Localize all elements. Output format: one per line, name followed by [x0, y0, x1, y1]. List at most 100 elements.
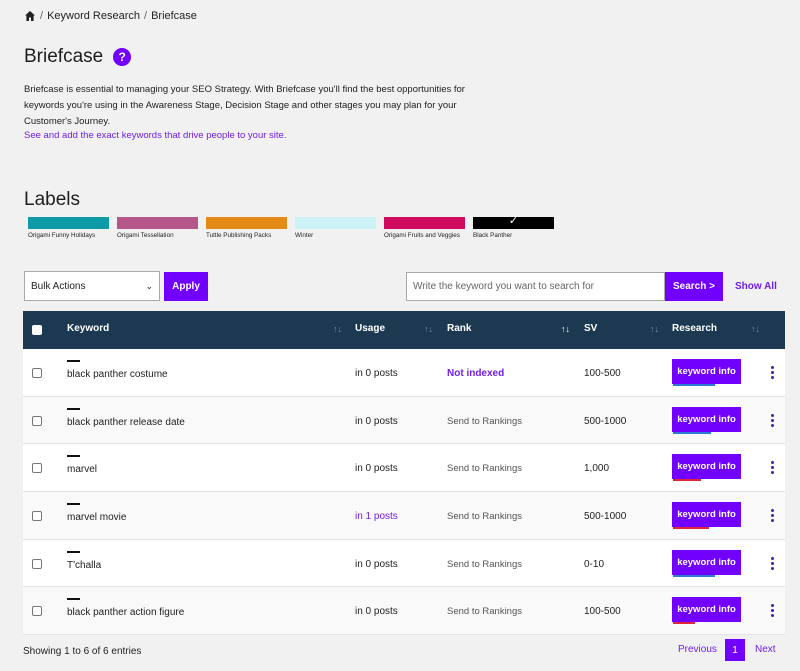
search-button[interactable]: Search > [665, 272, 723, 301]
table-row: marvel in 0 posts Send to Rankings 1,000 key… [23, 444, 785, 493]
table-row: black panther release date in 0 posts Send… [23, 396, 785, 445]
label-item[interactable]: Origami Funny Holidays [28, 217, 109, 240]
keyword-cell: marvel movie [67, 512, 127, 524]
label-item[interactable]: ✓ Black Panther [473, 215, 554, 240]
sv-cell: 100-500 [584, 606, 621, 618]
header-sv[interactable]: SV [584, 323, 597, 334]
more-options-icon[interactable] [771, 460, 774, 475]
row-checkbox[interactable] [32, 368, 42, 378]
page-number-button[interactable]: 1 [725, 639, 745, 661]
next-page-button[interactable]: Next [755, 644, 776, 655]
keyword-search-input[interactable] [406, 272, 665, 301]
usage-cell: in 0 posts [355, 606, 398, 618]
usage-cell[interactable]: in 1 posts [355, 511, 398, 522]
usage-cell: in 0 posts [355, 463, 398, 475]
more-options-icon[interactable] [771, 556, 774, 571]
breadcrumb: / Keyword Research / Briefcase [24, 10, 197, 22]
research-score-bar [673, 479, 701, 482]
research-score-bar [673, 431, 711, 434]
label-swatch[interactable] [206, 217, 287, 229]
row-checkbox[interactable] [32, 558, 42, 569]
label-swatch[interactable] [28, 217, 109, 229]
sort-icon[interactable]: ↑↓ [333, 324, 342, 334]
keyword-info-button[interactable]: keyword info [672, 502, 741, 528]
table-body: black panther costume in 0 posts Not index… [23, 349, 785, 636]
row-checkbox[interactable] [32, 463, 42, 474]
sv-cell: 500-1000 [584, 511, 627, 523]
rank-cell[interactable]: Send to Rankings [447, 511, 522, 522]
labels-title: Labels [24, 189, 80, 210]
research-score-bar [673, 527, 709, 530]
header-rank[interactable]: Rank [447, 323, 471, 334]
sort-icon[interactable]: ↑↓ [751, 324, 760, 334]
breadcrumb-separator: / [40, 10, 44, 22]
label-item[interactable]: Origami Tessellation [117, 217, 198, 240]
usage-cell: in 0 posts [355, 368, 398, 379]
home-icon[interactable] [24, 10, 36, 22]
label-indicator [67, 598, 80, 601]
rank-cell[interactable]: Send to Rankings [447, 559, 522, 570]
select-all-checkbox[interactable] [32, 325, 42, 335]
help-icon[interactable]: ? [113, 48, 132, 66]
label-swatch[interactable] [117, 217, 198, 229]
bulk-actions-label: Bulk Actions [31, 280, 86, 292]
label-name: Origami Fruits and Veggies [384, 232, 460, 239]
sort-icon[interactable]: ↑↓ [424, 324, 433, 334]
rank-cell[interactable]: Send to Rankings [447, 416, 522, 427]
label-swatch[interactable] [295, 217, 376, 229]
more-options-icon[interactable] [771, 413, 774, 428]
more-options-icon[interactable] [771, 508, 774, 523]
keywords-table: Keyword ↑↓ Usage ↑↓ Rank ↑↓ SV ↑↓ Resear… [23, 311, 785, 636]
label-indicator [67, 550, 80, 553]
row-checkbox[interactable] [32, 511, 42, 522]
header-usage[interactable]: Usage [355, 323, 385, 334]
keyword-info-button[interactable]: keyword info [672, 406, 741, 432]
label-item[interactable]: Winter [295, 217, 376, 240]
rank-cell[interactable]: Send to Rankings [447, 463, 522, 474]
page-description: Briefcase is essential to managing your … [24, 84, 465, 127]
label-item[interactable]: Tuttle Publishing Packs [206, 217, 287, 240]
labels-list: Origami Funny Holidays Origami Tessellati… [28, 215, 554, 240]
research-score-bar [673, 574, 715, 577]
sort-icon[interactable]: ↑↓ [561, 324, 570, 334]
keywords-link[interactable]: See and add the exact keywords that driv… [24, 130, 286, 141]
row-checkbox[interactable] [32, 415, 42, 426]
keyword-info-button[interactable]: keyword info [672, 597, 741, 623]
breadcrumb-keyword-research[interactable]: Keyword Research [47, 10, 140, 22]
label-name: Origami Tessellation [117, 232, 174, 239]
rank-cell[interactable]: Send to Rankings [447, 606, 522, 617]
usage-cell: in 0 posts [355, 415, 398, 427]
rank-cell[interactable]: Not indexed [447, 368, 504, 379]
label-swatch[interactable] [384, 217, 465, 229]
page-title: Briefcase [24, 46, 104, 67]
checkmark-icon: ✓ [508, 215, 519, 227]
more-options-icon[interactable] [771, 365, 774, 380]
page-header: Briefcase ? [24, 46, 132, 68]
keyword-info-button[interactable]: keyword info [672, 454, 741, 480]
label-indicator [67, 360, 80, 362]
more-options-icon[interactable] [771, 603, 774, 618]
sort-icon[interactable]: ↑↓ [650, 324, 659, 334]
label-name: Origami Funny Holidays [28, 232, 96, 239]
label-item[interactable]: Origami Fruits and Veggies [384, 217, 465, 240]
sv-cell: 0-10 [584, 558, 605, 570]
label-swatch[interactable]: ✓ [473, 215, 554, 229]
keyword-info-button[interactable]: keyword info [672, 359, 741, 384]
show-all-link[interactable]: Show All [735, 281, 777, 292]
table-row: black panther action figure in 0 posts Sen… [23, 587, 785, 636]
row-checkbox[interactable] [32, 606, 42, 617]
previous-page-button[interactable]: Previous [678, 644, 717, 655]
header-research[interactable]: Research [672, 323, 717, 334]
label-name: Winter [295, 232, 314, 239]
label-indicator [67, 455, 80, 458]
table-header: Keyword ↑↓ Usage ↑↓ Rank ↑↓ SV ↑↓ Resear… [23, 311, 785, 349]
sv-cell: 100-500 [584, 368, 621, 379]
keyword-info-button[interactable]: keyword info [672, 549, 741, 575]
apply-button[interactable]: Apply [164, 272, 208, 301]
header-keyword[interactable]: Keyword [67, 323, 109, 334]
keyword-cell: black panther release date [67, 416, 185, 428]
bulk-actions-select[interactable]: Bulk Actions ⌄ [24, 271, 160, 301]
keyword-cell: marvel [67, 464, 98, 476]
breadcrumb-briefcase: Briefcase [151, 10, 197, 22]
research-score-bar [673, 622, 695, 625]
